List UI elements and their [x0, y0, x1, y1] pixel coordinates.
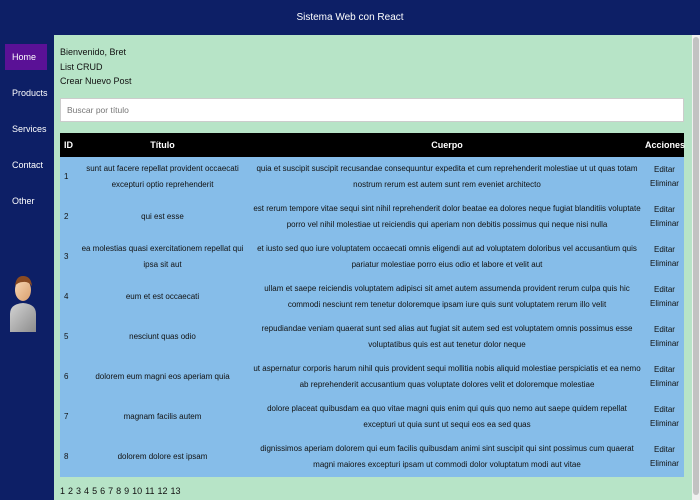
row-id: 6 [64, 372, 69, 381]
app-header: Sistema Web con React [0, 0, 700, 35]
row-actions: Editar Eliminar [645, 317, 684, 357]
app-title: Sistema Web con React [296, 12, 404, 23]
page-link[interactable]: 6 [100, 486, 105, 496]
row-id: 4 [64, 292, 69, 301]
row-title: dolorem eum magni eos aperiam quia [95, 372, 230, 381]
page-link[interactable]: 4 [84, 486, 89, 496]
edit-button[interactable]: Editar [649, 283, 680, 297]
page-link[interactable]: 3 [76, 486, 81, 496]
edit-button[interactable]: Editar [649, 203, 680, 217]
page-link[interactable]: 7 [108, 486, 113, 496]
row-actions: Editar Eliminar [645, 197, 684, 237]
table-row: 3 ea molestias quasi exercitationem repe… [60, 237, 684, 277]
row-id: 5 [64, 332, 69, 341]
sidebar-item-label: Services [12, 124, 47, 134]
sidebar-item-other[interactable]: Other [5, 188, 47, 214]
delete-button[interactable]: Eliminar [649, 257, 680, 271]
table-row: 1 sunt aut facere repellat provident occ… [60, 157, 684, 197]
row-id: 2 [64, 212, 69, 221]
delete-button[interactable]: Eliminar [649, 337, 680, 351]
sidebar-item-home[interactable]: Home [5, 44, 47, 70]
row-title: sunt aut facere repellat provident occae… [86, 164, 239, 189]
row-body: dolore placeat quibusdam ea quo vitae ma… [267, 404, 627, 429]
row-id: 7 [64, 412, 69, 421]
column-header-body: Cuerpo [431, 140, 463, 150]
create-post-link[interactable]: Crear Nuevo Post [60, 76, 132, 86]
sidebar-item-label: Home [12, 52, 37, 62]
row-actions: Editar Eliminar [645, 277, 684, 317]
row-title: eum et est occaecati [125, 292, 200, 301]
row-body: quia et suscipit suscipit recusandae con… [256, 164, 638, 189]
table-row: 6 dolorem eum magni eos aperiam quia ut … [60, 357, 684, 397]
page-link[interactable]: 5 [92, 486, 97, 496]
row-body: repudiandae veniam quaerat sunt sed alia… [261, 324, 633, 349]
delete-button[interactable]: Eliminar [649, 297, 680, 311]
sidebar-item-label: Products [12, 88, 48, 98]
row-title: nesciunt quas odio [129, 332, 196, 341]
sidebar-item-label: Contact [12, 160, 44, 170]
page-link[interactable]: 2 [68, 486, 73, 496]
column-header-actions: Acciones [645, 140, 686, 150]
delete-button[interactable]: Eliminar [649, 377, 680, 391]
page-link[interactable]: 12 [158, 486, 168, 496]
user-avatar-icon [10, 276, 36, 332]
main-content: Bienvenido, Bret List CRUD Crear Nuevo P… [54, 35, 692, 500]
row-actions: Editar Eliminar [645, 357, 684, 397]
edit-button[interactable]: Editar [649, 443, 680, 457]
column-header-title: Título [150, 140, 175, 150]
sidebar-item-products[interactable]: Products [5, 80, 48, 106]
row-body: dignissimos aperiam dolorem qui eum faci… [260, 444, 634, 469]
scrollbar-thumb[interactable] [693, 37, 699, 495]
row-body: et iusto sed quo iure voluptatem occaeca… [257, 244, 637, 269]
edit-button[interactable]: Editar [649, 403, 680, 417]
page-link[interactable]: 13 [171, 486, 181, 496]
table-row: 7 magnam facilis autem dolore placeat qu… [60, 397, 684, 437]
list-crud-link[interactable]: List CRUD [60, 62, 103, 72]
page-link[interactable]: 1 [60, 486, 65, 496]
row-id: 8 [64, 452, 69, 461]
row-actions: Editar Eliminar [645, 437, 684, 477]
page-link[interactable]: 9 [124, 486, 129, 496]
edit-button[interactable]: Editar [649, 363, 680, 377]
welcome-text: Bienvenido, Bret [60, 47, 127, 57]
delete-button[interactable]: Eliminar [649, 217, 680, 231]
table-header-row: ID Título Cuerpo Acciones [60, 133, 686, 157]
sidebar-item-contact[interactable]: Contact [5, 152, 47, 178]
page-link[interactable]: 11 [145, 486, 154, 496]
sidebar-item-label: Other [12, 196, 35, 206]
sidebar: Home Products Services Contact Other [0, 35, 54, 500]
row-body: est rerum tempore vitae sequi sint nihil… [253, 204, 641, 229]
row-body: ullam et saepe reiciendis voluptatem adi… [264, 284, 630, 309]
delete-button[interactable]: Eliminar [649, 457, 680, 471]
row-actions: Editar Eliminar [645, 237, 684, 277]
delete-button[interactable]: Eliminar [649, 177, 680, 191]
table-row: 5 nesciunt quas odio repudiandae veniam … [60, 317, 684, 357]
edit-button[interactable]: Editar [649, 243, 680, 257]
page-link[interactable]: 8 [116, 486, 121, 496]
page-link[interactable]: 10 [132, 486, 142, 496]
edit-button[interactable]: Editar [649, 163, 680, 177]
row-title: magnam facilis autem [123, 412, 202, 421]
table-row: 8 dolorem dolore est ipsam dignissimos a… [60, 437, 684, 477]
table-row: 4 eum et est occaecati ullam et saepe re… [60, 277, 684, 317]
pagination: 1 2 3 4 5 6 7 8 9 10 11 12 13 [60, 486, 184, 496]
row-actions: Editar Eliminar [645, 157, 684, 197]
row-id: 3 [64, 252, 69, 261]
row-body: ut aspernatur corporis harum nihil quis … [253, 364, 641, 389]
row-actions: Editar Eliminar [645, 397, 684, 437]
table-row: 2 qui est esse est rerum tempore vitae s… [60, 197, 684, 237]
edit-button[interactable]: Editar [649, 323, 680, 337]
search-input[interactable] [60, 98, 684, 122]
delete-button[interactable]: Eliminar [649, 417, 680, 431]
sidebar-item-services[interactable]: Services [5, 116, 47, 142]
vertical-scrollbar[interactable] [692, 35, 700, 500]
posts-table: ID Título Cuerpo Acciones 1 sunt aut fac… [60, 133, 686, 477]
column-header-id: ID [64, 140, 73, 150]
row-title: ea molestias quasi exercitationem repell… [81, 244, 244, 269]
row-id: 1 [64, 172, 69, 181]
row-title: dolorem dolore est ipsam [117, 452, 208, 461]
row-title: qui est esse [141, 212, 184, 221]
